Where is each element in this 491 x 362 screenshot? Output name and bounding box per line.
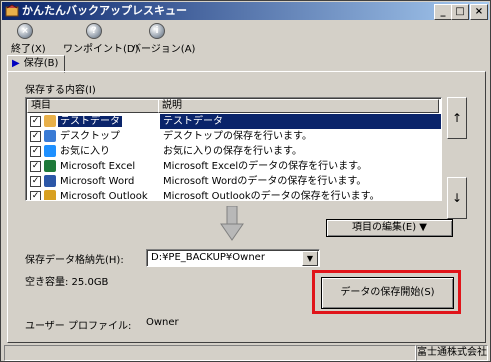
item-name: テストデータ bbox=[58, 116, 122, 127]
item-description: テストデータ bbox=[160, 114, 441, 129]
maximize-button[interactable]: □ bbox=[451, 4, 469, 20]
word-icon bbox=[44, 175, 56, 187]
destination-label: 保存データ格納先(H): bbox=[25, 255, 124, 266]
list-header: 項目 説明 bbox=[27, 99, 440, 113]
item-description: Microsoft Wordのデータの保存を行います。 bbox=[163, 176, 367, 187]
item-name: Microsoft Outlook bbox=[60, 191, 148, 201]
column-header-item[interactable]: 項目 bbox=[27, 99, 159, 113]
item-checkbox[interactable]: ✓ bbox=[30, 131, 41, 142]
profile-value: Owner bbox=[146, 317, 179, 328]
move-down-button[interactable]: ↓ bbox=[447, 177, 467, 219]
version-label: バージョン(A) bbox=[131, 44, 196, 55]
up-arrow-icon: ↑ bbox=[451, 111, 463, 125]
window-title: かんたんバックアップレスキュー bbox=[22, 4, 187, 17]
item-checkbox[interactable]: ✓ bbox=[30, 116, 41, 127]
exit-button[interactable]: × 終了(X) bbox=[11, 23, 46, 55]
contents-listview[interactable]: 項目 説明 ✓ テストデータ テストデータ ✓ デスクトップ デスクトップの保存を行います… bbox=[25, 97, 442, 201]
company-name: 富士通株式会社 bbox=[416, 345, 488, 361]
list-item[interactable]: ✓ Microsoft Word Microsoft Wordのデータの保存を行いま… bbox=[27, 174, 440, 189]
item-name: お気に入り bbox=[60, 146, 110, 157]
item-name-cell: Microsoft Word bbox=[58, 174, 158, 189]
info-icon: i bbox=[149, 23, 165, 39]
item-description: Microsoft Outlookのデータの保存を行います。 bbox=[163, 191, 380, 201]
minimize-button[interactable]: _ bbox=[434, 4, 452, 20]
down-arrow-icon: ↓ bbox=[451, 191, 463, 205]
item-description: デスクトップの保存を行います。 bbox=[163, 131, 312, 142]
destination-value: D:¥PE_BACKUP¥Owner bbox=[151, 252, 265, 263]
item-name-cell: Microsoft Outlook bbox=[58, 189, 158, 201]
flow-arrow-icon bbox=[220, 206, 244, 241]
item-checkbox[interactable]: ✓ bbox=[30, 146, 41, 157]
app-window: かんたんバックアップレスキュー _ □ × × 終了(X) ? ワンポイント(D) … bbox=[0, 0, 491, 362]
close-button[interactable]: × bbox=[470, 4, 488, 20]
exit-icon: × bbox=[17, 23, 33, 39]
tab-save-label: 保存(B) bbox=[23, 58, 59, 69]
item-name-cell: デスクトップ bbox=[58, 129, 158, 144]
item-description: お気に入りの保存を行います。 bbox=[163, 146, 302, 157]
item-name-cell: Microsoft Excel bbox=[58, 159, 158, 174]
item-checkbox[interactable]: ✓ bbox=[30, 176, 41, 187]
item-description: Microsoft Excelのデータの保存を行います。 bbox=[163, 161, 368, 172]
onepoint-label: ワンポイント(D) bbox=[63, 44, 139, 55]
outlook-icon bbox=[44, 190, 56, 200]
destination-combobox[interactable]: D:¥PE_BACKUP¥Owner ▼ bbox=[146, 249, 320, 267]
onepoint-button[interactable]: ? ワンポイント(D) bbox=[63, 23, 139, 55]
profile-label: ユーザー プロファイル: bbox=[25, 321, 132, 332]
list-item[interactable]: ✓ Microsoft Outlook Microsoft Outlookのデータの… bbox=[27, 189, 440, 201]
status-bar: 富士通株式会社 bbox=[2, 344, 489, 361]
app-icon bbox=[5, 4, 19, 17]
tab-arrow-icon: ▶ bbox=[12, 58, 20, 69]
list-item[interactable]: ✓ Microsoft Excel Microsoft Excelのデータの保存を行… bbox=[27, 159, 440, 174]
status-pane bbox=[4, 345, 416, 361]
dropdown-arrow-icon[interactable]: ▼ bbox=[302, 251, 318, 266]
exit-label: 終了(X) bbox=[11, 44, 46, 55]
title-bar: かんたんバックアップレスキュー _ □ × bbox=[2, 2, 489, 20]
item-name: Microsoft Word bbox=[60, 176, 135, 187]
item-name-cell: お気に入り bbox=[58, 144, 158, 159]
item-checkbox[interactable]: ✓ bbox=[30, 191, 41, 200]
free-space-label: 空き容量: 25.0GB bbox=[25, 277, 109, 288]
edit-items-button[interactable]: 項目の編集(E) ▼ bbox=[326, 219, 453, 237]
item-name-cell: テストデータ bbox=[58, 114, 158, 129]
start-backup-button[interactable]: データの保存開始(S) bbox=[321, 277, 454, 309]
list-item[interactable]: ✓ デスクトップ デスクトップの保存を行います。 bbox=[27, 129, 440, 144]
hint-icon: ? bbox=[86, 23, 102, 39]
column-header-desc[interactable]: 説明 bbox=[158, 99, 439, 113]
move-up-button[interactable]: ↑ bbox=[447, 97, 467, 139]
desktop-icon bbox=[44, 130, 56, 142]
contents-label: 保存する内容(I) bbox=[25, 85, 96, 96]
ie-icon bbox=[44, 145, 56, 157]
list-item[interactable]: ✓ テストデータ テストデータ bbox=[27, 114, 441, 129]
excel-icon bbox=[44, 160, 56, 172]
version-button[interactable]: i バージョン(A) bbox=[131, 23, 195, 55]
item-checkbox[interactable]: ✓ bbox=[30, 161, 41, 172]
list-item[interactable]: ✓ お気に入り お気に入りの保存を行います。 bbox=[27, 144, 440, 159]
item-name: デスクトップ bbox=[60, 131, 120, 142]
folder-icon bbox=[44, 115, 56, 127]
item-name: Microsoft Excel bbox=[60, 161, 136, 172]
